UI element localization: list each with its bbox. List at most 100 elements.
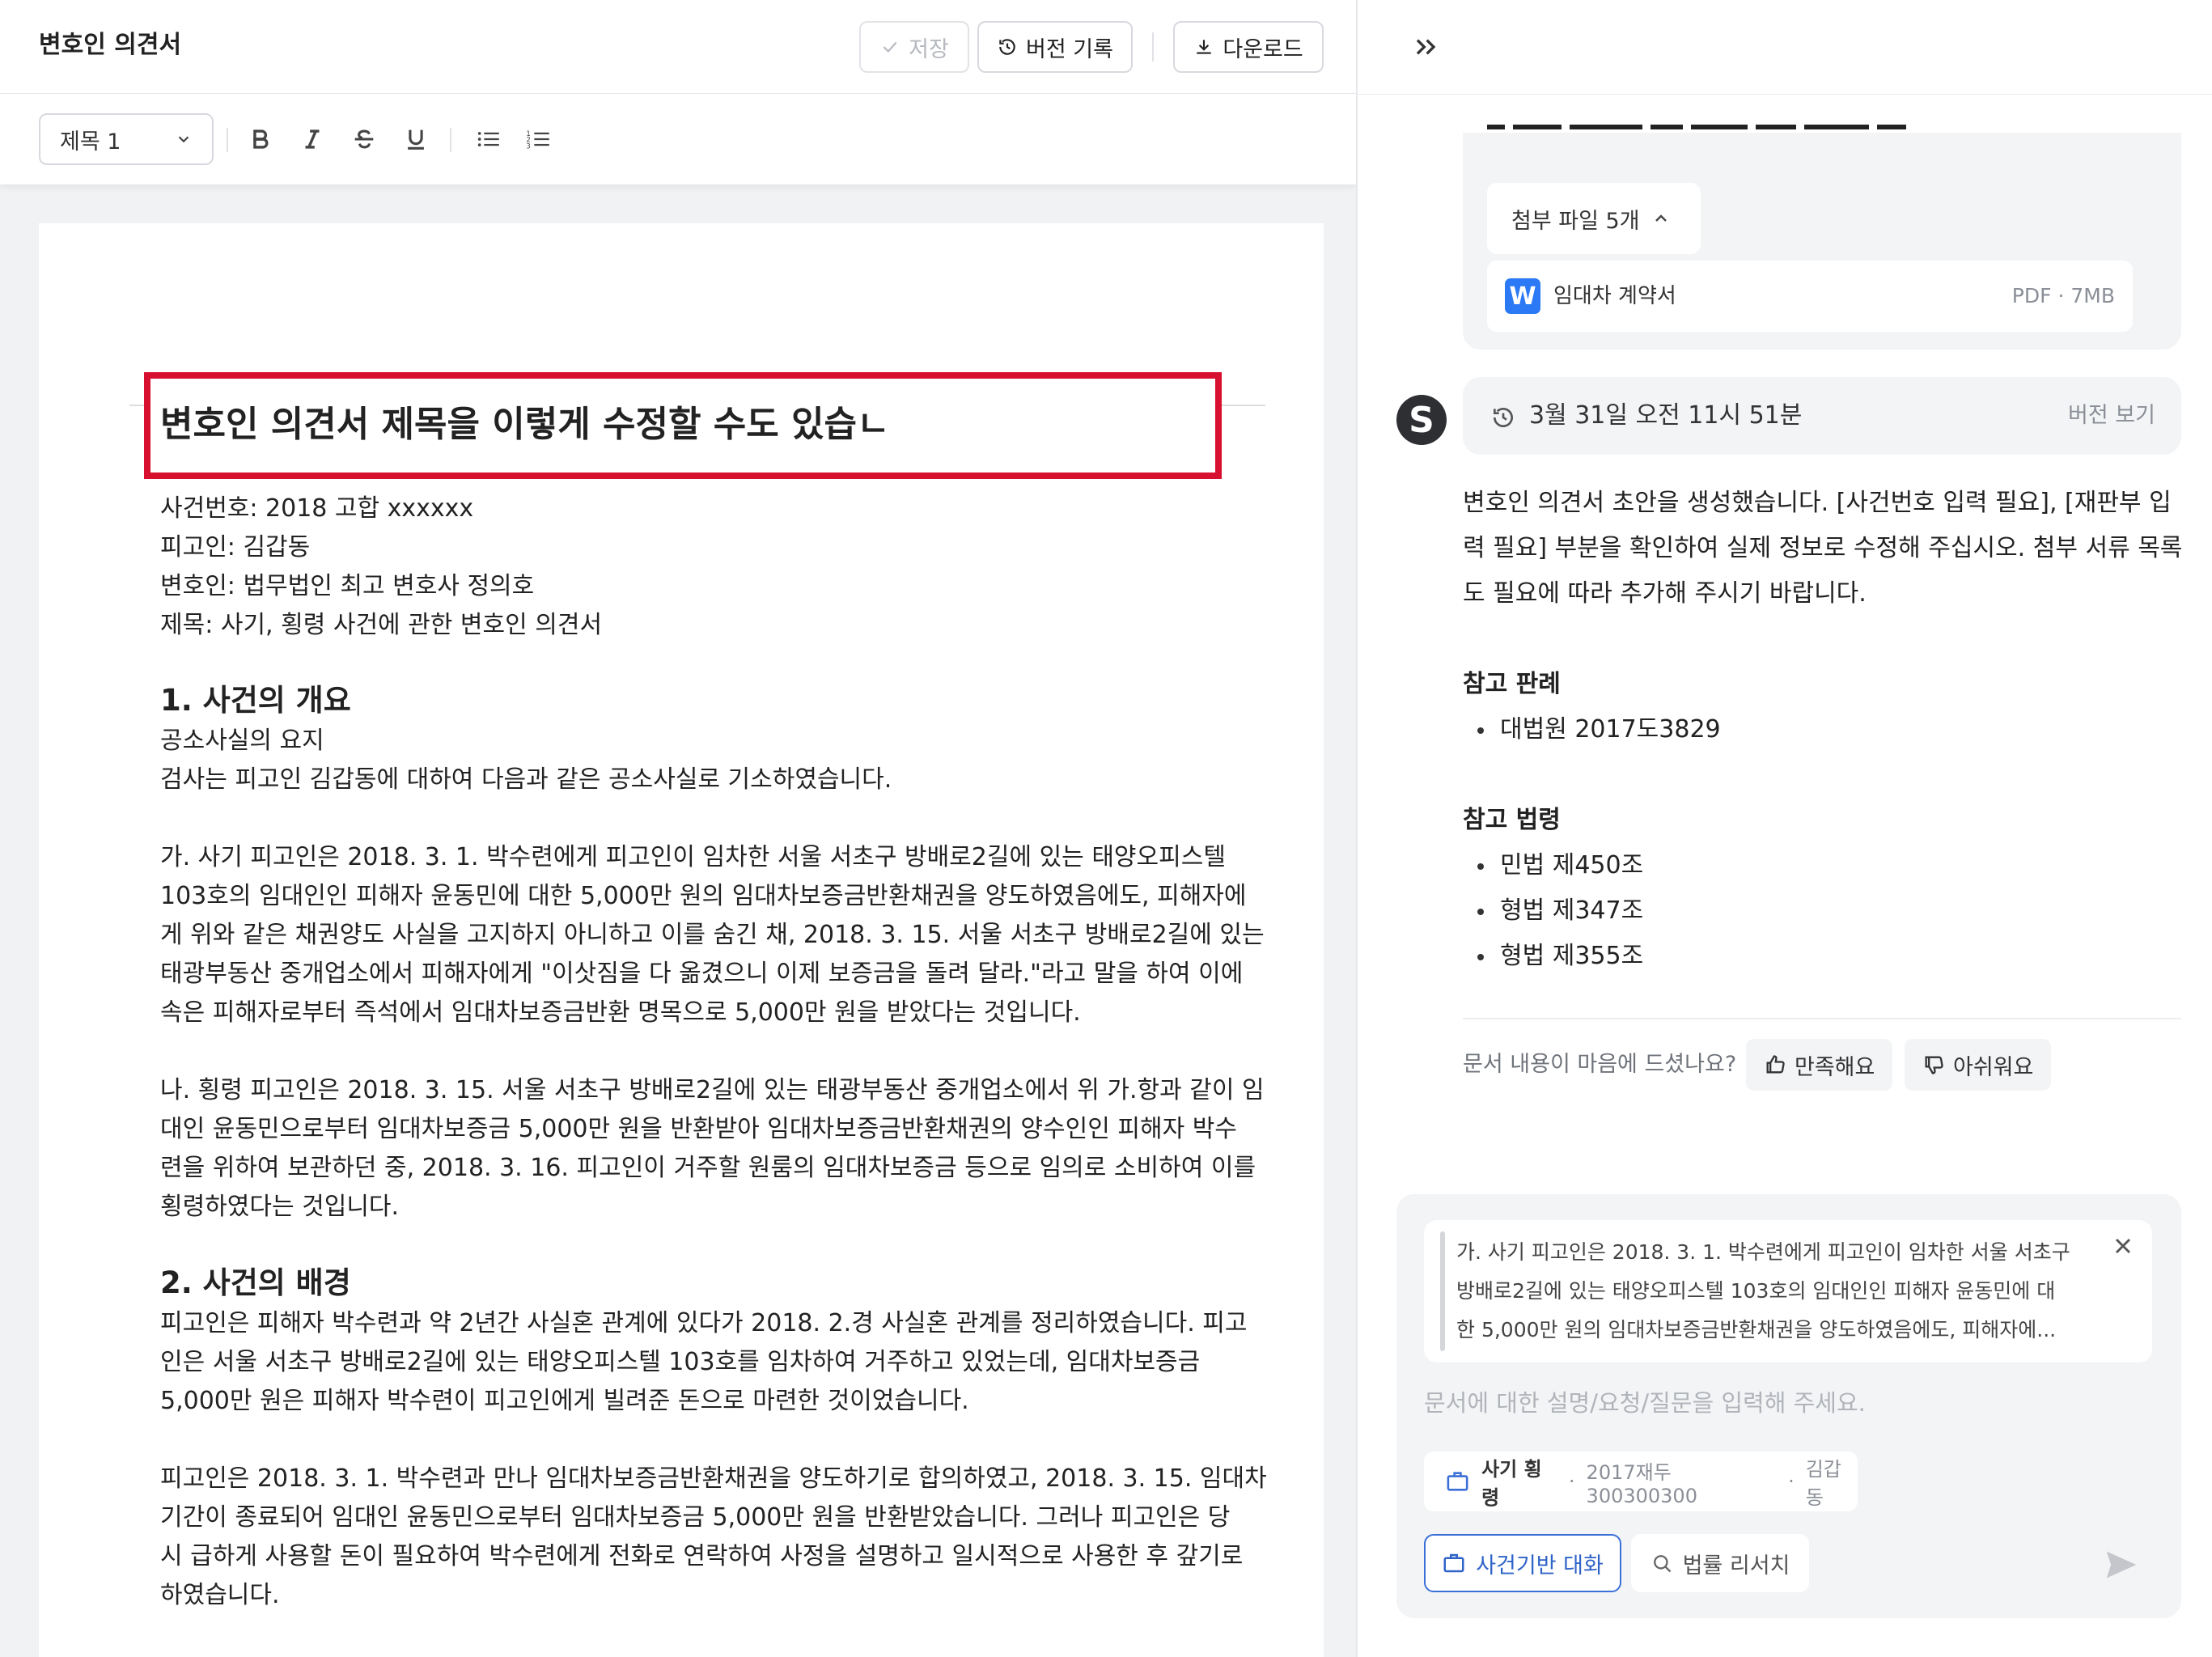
bullet-dot [1477, 727, 1484, 734]
quote-line: 가. 사기 피고인은 2018. 3. 1. 박수련에게 피고인이 임차한 서울… [1456, 1240, 2070, 1264]
version-bar: 3월 31일 오전 11시 51분 버전 보기 [1463, 377, 2181, 455]
body-line: 인은 서울 서초구 방배로2길에 있는 태양오피스텔 103호를 임차하여 거주… [160, 1348, 1201, 1376]
case-separator: · [1788, 1470, 1795, 1493]
dislike-label: 아쉬워요 [1953, 1054, 2034, 1080]
attachment-item[interactable]: W 임대차 계약서 PDF · 7MB [1487, 261, 2133, 332]
search-icon [1653, 1555, 1671, 1573]
history-icon [1494, 408, 1513, 427]
precedent-item[interactable]: 대법원 2017도3829 [1500, 712, 1721, 748]
like-label: 만족해요 [1795, 1054, 1875, 1080]
body-line: 103호의 임대인인 피해자 윤동민에 대한 5,000만 원의 임대차보증금반… [160, 882, 1247, 910]
legal-research-mode-button[interactable]: 법률 리서치 [1631, 1534, 1809, 1592]
numbered-list-button[interactable]: 123 [523, 123, 555, 155]
body-line: 공소사실의 요지 [160, 727, 324, 755]
body-line: 피고인은 2018. 3. 1. 박수련과 만나 임대차보증금반환채권을 양도하… [160, 1464, 1267, 1493]
law-item[interactable]: 형법 제347조 [1500, 893, 1643, 929]
body-line: 나. 횡령 피고인은 2018. 3. 15. 서울 서초구 방배로2길에 있는… [160, 1076, 1265, 1104]
legal-research-mode-label: 법률 리서치 [1682, 1553, 1790, 1579]
law-item[interactable]: 민법 제450조 [1500, 848, 1643, 884]
thumbs-up-icon [1766, 1055, 1785, 1074]
attachment-type: PDF [2011, 284, 2052, 307]
download-button[interactable]: 다운로드 [1173, 21, 1324, 73]
section-heading: 2. 사건의 배경 [160, 1265, 351, 1300]
thumbs-down-icon [1925, 1056, 1943, 1074]
clipped-text-fragment [1487, 118, 1989, 133]
chevrons-right-icon [1416, 39, 1436, 55]
collapse-panel-button[interactable] [1409, 31, 1442, 63]
heading-guide-line [1222, 405, 1265, 406]
strikethrough-icon [354, 129, 374, 149]
body-line: 시 급하게 사용할 돈이 필요하여 박수련에게 전화로 연락하여 사정을 설명하… [160, 1542, 1244, 1570]
body-line: 태광부동산 중개업소에서 피해자에게 "이삿짐을 다 옮겼으니 이제 보증금을 … [160, 960, 1244, 988]
version-history-label: 버전 기록 [1026, 36, 1113, 62]
svg-text:3: 3 [526, 142, 530, 150]
chat-input[interactable]: 문서에 대한 설명/요청/질문을 입력해 주세요. [1424, 1385, 2152, 1421]
version-history-button[interactable]: 버전 기록 [977, 21, 1133, 73]
editor-pane: 변호인 의견서 저장 버전 기록 다운로드 제목 1 1 2 3 변호인 의견서… [0, 0, 1356, 1657]
chat-composer: 가. 사기 피고인은 2018. 3. 1. 박수련에게 피고인이 임차한 서울… [1396, 1194, 2181, 1618]
panel-divider [1358, 94, 2212, 95]
bullet-dot [1477, 909, 1484, 915]
paragraph-style-value: 제목 1 [60, 129, 121, 155]
case-chip[interactable]: 사기 횡령 · 2017재두300300300 · 김갑동 [1424, 1451, 1858, 1511]
quote-line: 방배로2길에 있는 태양오피스텔 103호의 임대인인 피해자 윤동민에 대 [1456, 1279, 2056, 1303]
message-text: 도 필요에 따라 추가해 주시기 바랍니다. [1463, 579, 1867, 608]
section-heading: 1. 사건의 개요 [160, 683, 351, 718]
download-label: 다운로드 [1223, 36, 1303, 62]
laws-heading: 참고 법령 [1463, 806, 1561, 834]
meta-line: 제목: 사기, 횡령 사건에 관한 변호인 의견서 [160, 611, 603, 639]
editor-top-bar: 변호인 의견서 저장 버전 기록 다운로드 [0, 0, 1356, 94]
briefcase-icon [1443, 1553, 1464, 1573]
body-line: 횡령하였다는 것입니다. [160, 1193, 400, 1221]
save-button[interactable]: 저장 [859, 21, 969, 73]
check-icon [883, 41, 897, 53]
attachments-toggle[interactable]: 첨부 파일 5개 [1487, 183, 1701, 254]
message-text: 변호인 의견서 초안을 생성했습니다. [사건번호 입력 필요], [재판부 입 [1463, 489, 2172, 517]
body-line: 기간이 종료되어 임대인 윤동민으로부터 임대차보증금 5,000만 원을 반환… [160, 1503, 1231, 1532]
document-heading[interactable]: 변호인 의견서 제목을 이렇게 수정할 수도 있습ㄴ [160, 400, 890, 449]
toolbar-divider [1152, 32, 1154, 61]
body-line: 피고인은 피해자 박수련과 약 2년간 사실혼 관계에 있다가 2018. 2.… [160, 1309, 1248, 1337]
body-line: 게 위와 같은 채권양도 사실을 고지하지 아니하고 이를 숨긴 채, 2018… [160, 921, 1265, 949]
heading-guide-line [129, 405, 144, 406]
case-name: 사기 횡령 [1481, 1458, 1542, 1509]
send-icon[interactable] [2104, 1547, 2139, 1583]
save-label: 저장 [909, 36, 949, 62]
italic-icon [305, 129, 320, 149]
word-file-icon: W [1505, 278, 1540, 314]
paragraph-style-select[interactable]: 제목 1 [39, 113, 214, 165]
feedback-question: 문서 내용이 마음에 드셨나요? [1463, 1052, 1737, 1077]
body-line: 련을 위하여 보관하던 중, 2018. 3. 16. 피고인이 거주할 원룸의… [160, 1154, 1256, 1182]
bullet-list-icon [477, 132, 499, 146]
message-divider [1463, 1018, 2181, 1019]
meta-line: 사건번호: 2018 고합 xxxxxx [160, 494, 474, 523]
case-separator: · [1568, 1470, 1575, 1493]
body-line: 대인 윤동민으로부터 임대차보증금 5,000만 원을 반환받아 임대차보증금반… [160, 1115, 1237, 1143]
italic-button[interactable] [296, 123, 328, 155]
underline-button[interactable] [400, 123, 432, 155]
body-line: 5,000만 원은 피해자 박수련이 피고인에게 빌려준 돈으로 마련한 것이었… [160, 1387, 969, 1415]
law-item[interactable]: 형법 제355조 [1500, 939, 1643, 974]
dislike-button[interactable]: 아쉬워요 [1905, 1039, 2052, 1091]
bold-icon [253, 129, 269, 149]
bullet-dot [1477, 863, 1484, 870]
briefcase-icon [1447, 1472, 1468, 1491]
document-title: 변호인 의견서 [39, 31, 182, 59]
like-button[interactable]: 만족해요 [1746, 1039, 1893, 1091]
format-toolbar: 제목 1 123 [0, 94, 1356, 184]
close-icon[interactable] [2110, 1233, 2136, 1259]
chevron-down-icon [178, 136, 189, 143]
chevron-up-icon [1655, 214, 1667, 222]
attachment-meta: PDF · 7MB [2011, 284, 2115, 307]
body-line: 가. 사기 피고인은 2018. 3. 1. 박수련에게 피고인이 임차한 서울… [160, 843, 1226, 871]
view-version-link[interactable]: 버전 보기 [2068, 400, 2155, 432]
bullet-list-button[interactable] [472, 123, 505, 155]
attachment-name: 임대차 계약서 [1553, 284, 1676, 308]
body-line: 속은 피해자로부터 즉석에서 임대차보증금반환 명목으로 5,000만 원을 받… [160, 998, 1081, 1027]
strikethrough-button[interactable] [348, 123, 380, 155]
case-chat-mode-button[interactable]: 사건기반 대화 [1424, 1534, 1621, 1592]
quote-line: 한 5,000만 원의 임대차보증금반환채권을 양도하였음에도, 피해자에... [1456, 1318, 2057, 1341]
bold-button[interactable] [244, 123, 277, 155]
attachment-size: 7MB [2070, 284, 2115, 307]
underline-icon [408, 129, 424, 150]
